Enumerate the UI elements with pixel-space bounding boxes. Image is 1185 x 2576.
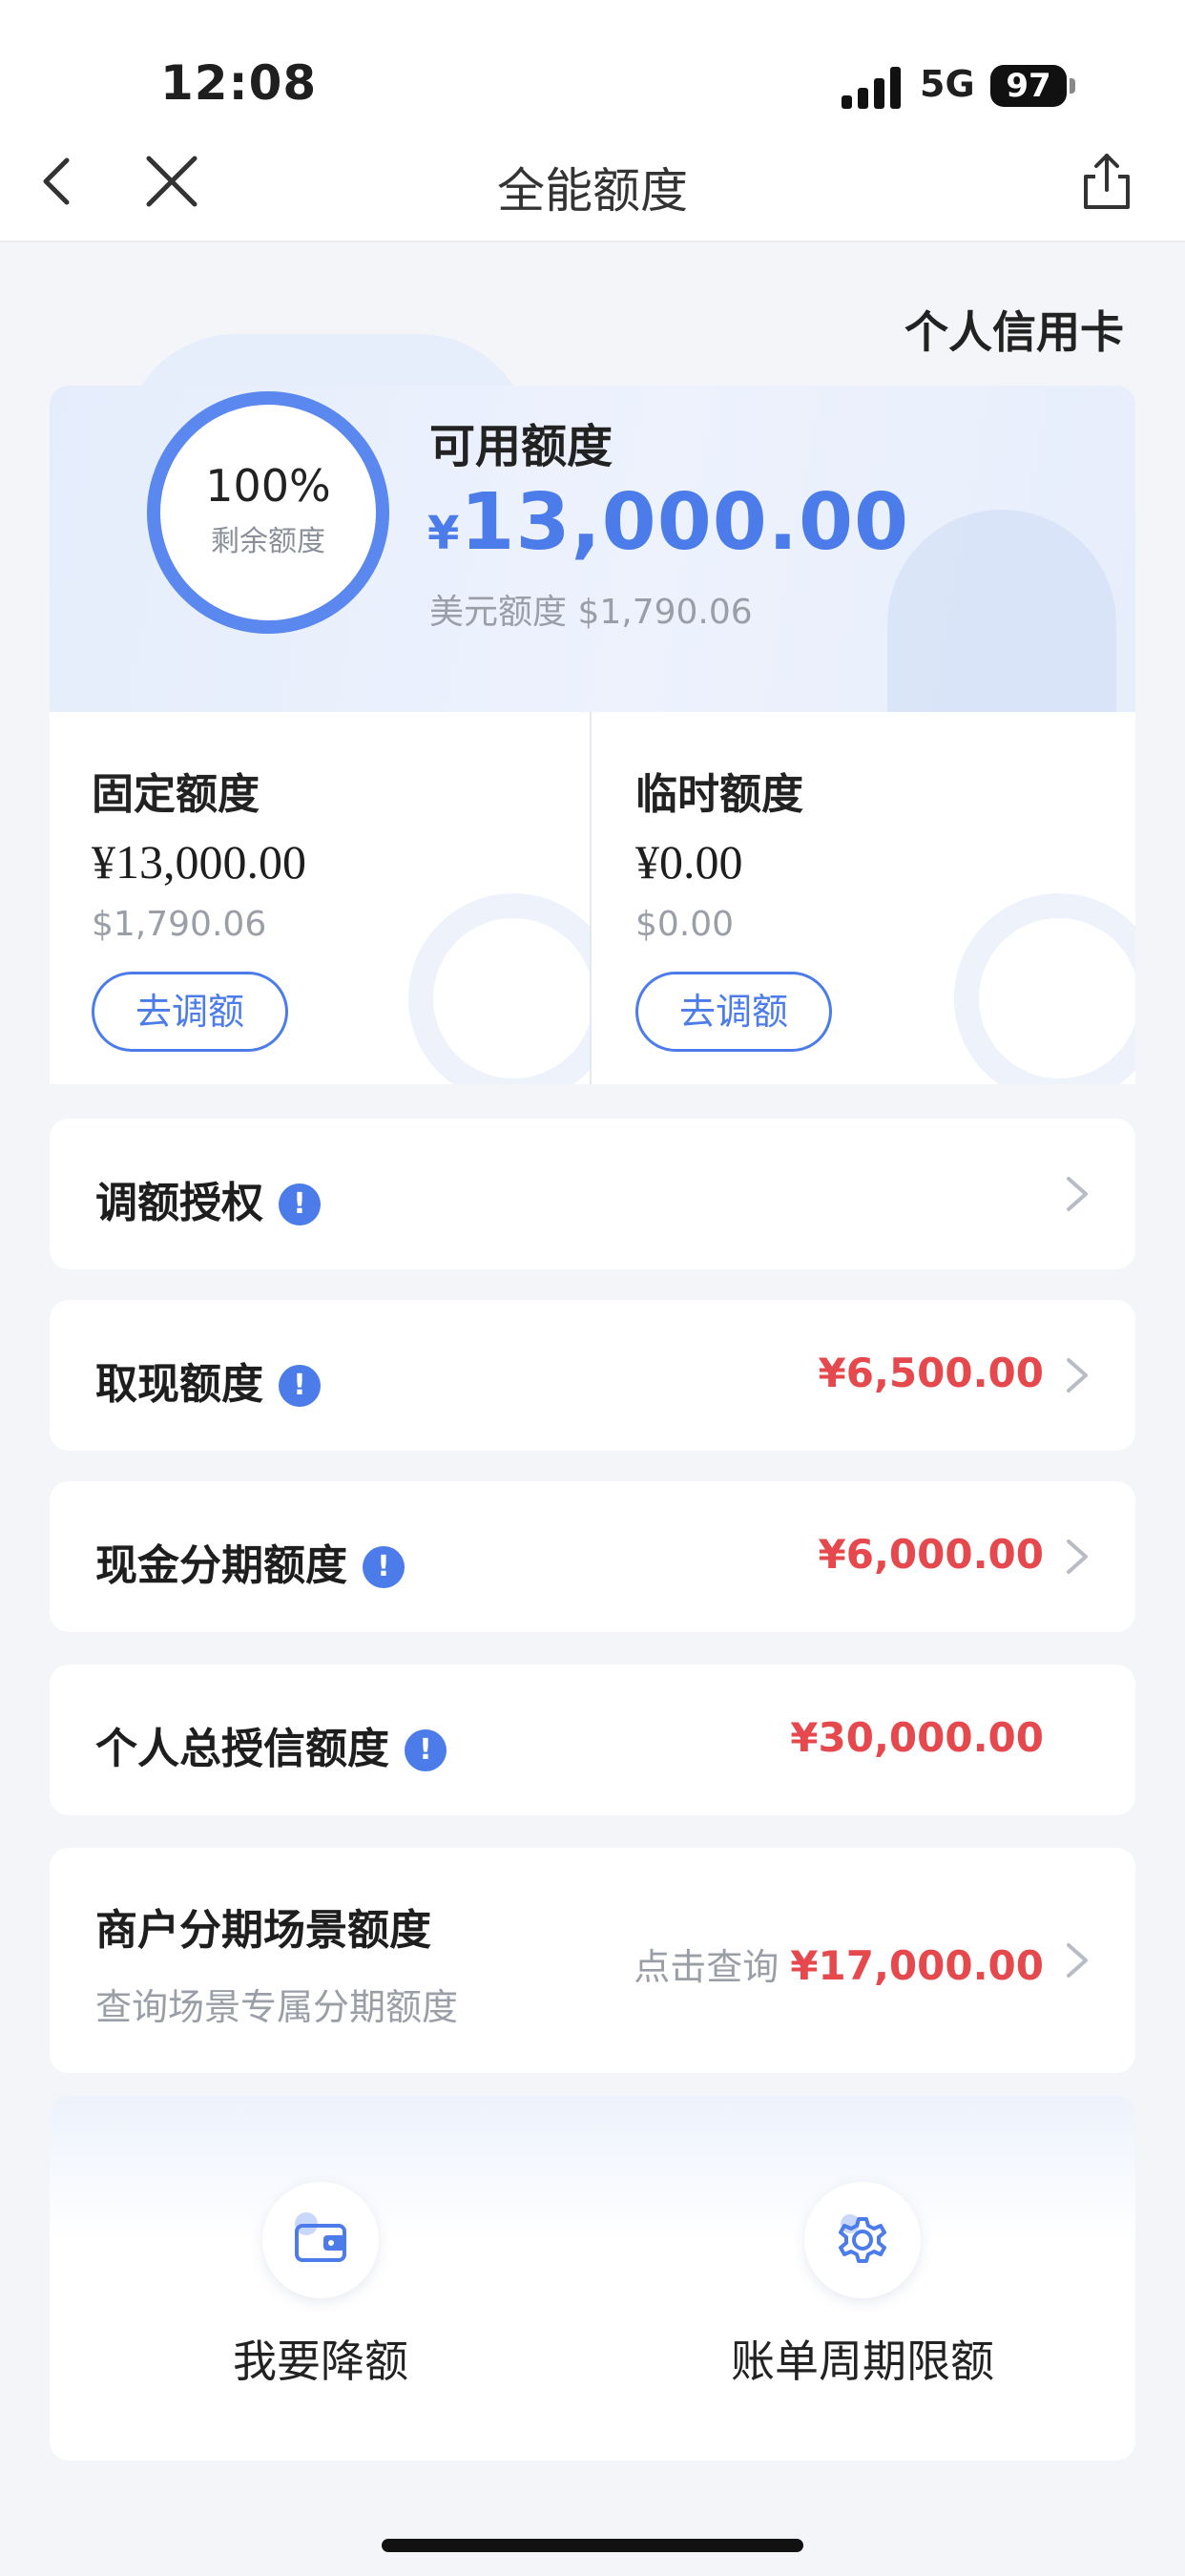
signal-icon <box>842 67 903 109</box>
diamond-coin-decoration <box>954 893 1135 1084</box>
fixed-limit-cny: ¥13,000.00 <box>92 835 306 889</box>
top-bar: 12:08 5G 97 全能额度 <box>0 0 1185 242</box>
info-icon[interactable]: ! <box>279 1183 321 1225</box>
row-label: 个人总授信额度 <box>95 1725 389 1773</box>
fixed-limit-panel: 固定额度 ¥13,000.00 $1,790.06 去调额 <box>50 712 592 1084</box>
row-cash-advance[interactable]: 取现额度! ¥6,500.00 <box>50 1300 1135 1451</box>
fixed-limit-usd: $1,790.06 <box>92 905 267 944</box>
decrease-limit-action[interactable]: 我要降额 <box>130 2182 511 2390</box>
card-type-label[interactable]: 个人信用卡 <box>904 298 1124 361</box>
row-merchant-installment[interactable]: 商户分期场景额度 查询场景专属分期额度 点击查询 ¥17,000.00 <box>50 1848 1135 2073</box>
row-cash-installment[interactable]: 现金分期额度! ¥6,000.00 <box>50 1481 1135 1632</box>
remaining-ring <box>141 386 395 639</box>
row-adjust-authorization[interactable]: 调额授权! <box>50 1119 1135 1269</box>
page-title: 全能额度 <box>497 163 688 219</box>
limit-panels: 固定额度 ¥13,000.00 $1,790.06 去调额 临时额度 ¥0.00… <box>50 712 1135 1084</box>
moneybag-decoration <box>887 510 1116 712</box>
row-value: ¥6,500.00 <box>818 1350 1044 1396</box>
chevron-right-icon <box>1067 1358 1088 1393</box>
row-value: ¥17,000.00 <box>790 1942 1044 1989</box>
usd-amount: 美元额度 $1,790.06 <box>429 593 753 632</box>
status-time: 12:08 <box>160 55 318 111</box>
ring-percent: 100% <box>205 460 331 512</box>
available-label: 可用额度 <box>429 420 613 473</box>
wallet-icon <box>262 2182 379 2298</box>
info-icon[interactable]: ! <box>363 1546 405 1588</box>
battery-tip <box>1070 78 1075 94</box>
fixed-adjust-button[interactable]: 去调额 <box>92 972 288 1052</box>
available-value: 13,000.00 <box>460 477 910 568</box>
temporary-limit-cny: ¥0.00 <box>635 835 743 889</box>
chevron-right-icon <box>1067 1539 1088 1574</box>
info-icon[interactable]: ! <box>279 1365 321 1407</box>
battery-icon: 97 <box>990 65 1067 107</box>
yen-coin-decoration <box>408 893 590 1084</box>
quick-actions: 我要降额 账单周期限额 <box>50 2096 1135 2461</box>
row-label: 现金分期额度 <box>95 1541 347 1590</box>
row-label: 商户分期场景额度 <box>95 1906 431 1955</box>
ring-caption: 剩余额度 <box>211 525 325 558</box>
row-value: ¥30,000.00 <box>790 1714 1044 1761</box>
temporary-limit-title: 临时额度 <box>635 770 803 819</box>
currency-symbol: ¥ <box>427 507 461 560</box>
chevron-right-icon <box>1067 1177 1088 1211</box>
temporary-limit-panel: 临时额度 ¥0.00 $0.00 去调额 <box>593 712 1135 1084</box>
share-icon[interactable] <box>1078 148 1135 215</box>
row-subtitle: 查询场景专属分期额度 <box>95 1986 459 2028</box>
row-label: 调额授权 <box>95 1179 263 1227</box>
network-type: 5G <box>920 63 975 105</box>
temporary-adjust-button[interactable]: 去调额 <box>635 972 832 1052</box>
fixed-limit-title: 固定额度 <box>92 770 260 819</box>
action-label: 我要降额 <box>233 2335 408 2387</box>
query-hint: 点击查询 <box>634 1946 780 1988</box>
row-label: 取现额度 <box>95 1360 263 1409</box>
row-total-credit: 个人总授信额度! ¥30,000.00 <box>50 1665 1135 1815</box>
billing-cycle-limit-action[interactable]: 账单周期限额 <box>672 2182 1053 2390</box>
home-indicator[interactable] <box>382 2539 803 2552</box>
chevron-right-icon <box>1067 1943 1088 1978</box>
action-label: 账单周期限额 <box>731 2335 994 2387</box>
temporary-limit-usd: $0.00 <box>635 905 735 944</box>
gear-icon <box>804 2182 921 2298</box>
row-value: ¥6,000.00 <box>818 1531 1044 1578</box>
available-amount: ¥13,000.00 <box>427 477 909 568</box>
info-icon[interactable]: ! <box>405 1729 447 1771</box>
